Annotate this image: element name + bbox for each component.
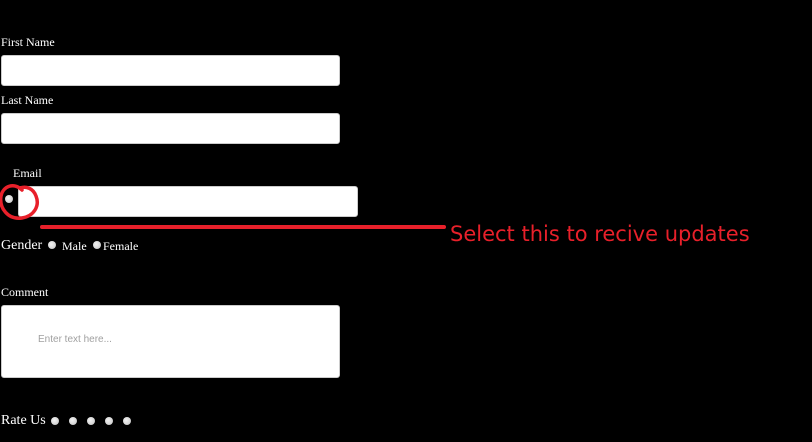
last-name-input[interactable] [1,113,340,144]
rate-radio-3[interactable] [87,417,95,425]
rate-radio-4[interactable] [105,417,113,425]
gender-female-label: Female [103,239,139,253]
first-name-label: First Name [1,35,55,49]
first-name-input[interactable] [1,55,340,86]
rate-radio-5[interactable] [123,417,131,425]
gender-male-radio[interactable] [48,241,56,249]
annotation-text: Select this to recive updates [450,222,750,246]
rate-radio-2[interactable] [69,417,77,425]
rate-us-label: Rate Us [1,413,46,428]
comment-label: Comment [1,285,49,299]
last-name-label: Last Name [1,93,54,107]
gender-female-radio[interactable] [93,241,101,249]
comment-textarea[interactable] [1,305,340,378]
rate-radio-1[interactable] [51,417,59,425]
email-input[interactable] [18,186,358,217]
gender-label: Gender [1,238,43,253]
email-label: Email [13,166,42,180]
email-updates-radio[interactable] [5,195,13,203]
gender-male-label: Male [62,239,87,253]
